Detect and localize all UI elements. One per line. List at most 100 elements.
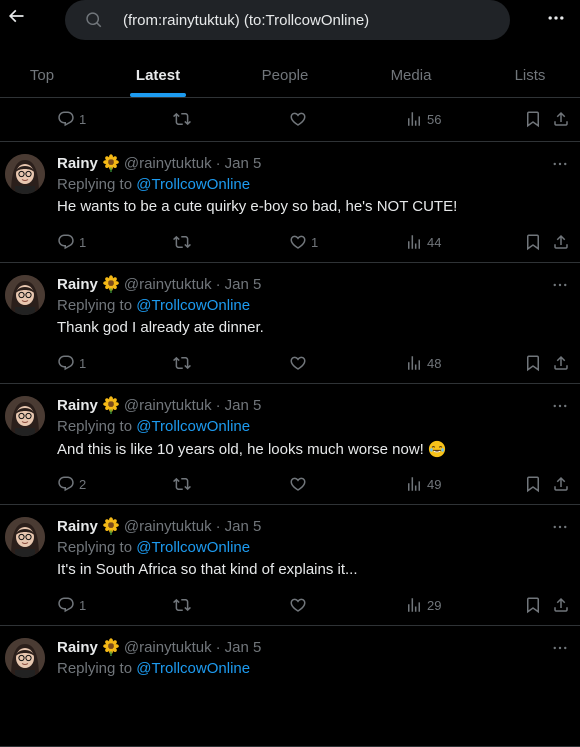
views-button[interactable]: 44 [405, 232, 441, 252]
display-name[interactable]: Rainy [57, 518, 98, 535]
tweet-date[interactable]: Jan 5 [225, 518, 262, 535]
tweet-date[interactable]: Jan 5 [225, 639, 262, 656]
display-name[interactable]: Rainy [57, 397, 98, 414]
tweet-more-icon[interactable] [550, 154, 570, 174]
action-bar: 1 29 [57, 595, 572, 615]
reply-button[interactable]: 1 [57, 109, 86, 129]
share-button[interactable] [552, 474, 570, 494]
handle[interactable]: @rainytuktuk [124, 639, 212, 656]
replying-to-link[interactable]: @TrollcowOnline [136, 297, 250, 314]
tweet[interactable]: Rainy @rainytuktuk · Jan 5 Replying to @… [0, 626, 580, 747]
replying-to-link[interactable]: @TrollcowOnline [136, 418, 250, 435]
search-input[interactable]: (from:rainytuktuk) (to:TrollcowOnline) [65, 0, 510, 40]
tweet-date[interactable]: Jan 5 [225, 276, 262, 293]
replying-to: Replying to @TrollcowOnline [57, 660, 250, 677]
views-button[interactable]: 29 [405, 595, 441, 615]
share-icon [554, 476, 568, 491]
search-icon [85, 11, 103, 29]
reply-button[interactable]: 2 [57, 474, 86, 494]
sunflower-icon [102, 638, 120, 656]
views-button[interactable]: 49 [405, 474, 441, 494]
like-button[interactable] [289, 595, 311, 615]
avatar[interactable] [5, 396, 45, 436]
tweet-more-icon[interactable] [550, 517, 570, 537]
handle[interactable]: @rainytuktuk [124, 518, 212, 535]
tweet-header: Rainy @rainytuktuk · Jan 5 [57, 638, 261, 656]
retweet-icon [173, 112, 191, 126]
reply-count: 2 [79, 476, 87, 492]
view-count: 48 [427, 355, 442, 371]
share-button[interactable] [552, 353, 570, 373]
tweet[interactable]: Rainy @rainytuktuk · Jan 5 Replying to @… [0, 505, 580, 626]
share-button[interactable] [552, 109, 570, 129]
replying-to-link[interactable]: @TrollcowOnline [136, 176, 250, 193]
views-button[interactable]: 48 [405, 353, 441, 373]
like-count: 1 [311, 234, 319, 250]
reply-button[interactable]: 1 [57, 353, 86, 373]
tweet[interactable]: Rainy @rainytuktuk · Jan 5 Replying to @… [0, 142, 580, 263]
retweet-button[interactable] [173, 353, 195, 373]
bookmark-button[interactable] [524, 353, 542, 373]
sunflower-icon [102, 517, 120, 535]
reply-icon [58, 234, 74, 250]
share-button[interactable] [552, 232, 570, 252]
tab-media[interactable]: Media [369, 53, 453, 97]
like-button[interactable] [289, 109, 307, 129]
bookmark-button[interactable] [524, 109, 542, 129]
share-button[interactable] [552, 595, 570, 615]
tweet-more-icon[interactable] [550, 275, 570, 295]
like-button[interactable]: 1 [289, 232, 318, 252]
heart-icon [290, 477, 306, 491]
avatar[interactable] [5, 517, 45, 557]
display-name[interactable]: Rainy [57, 639, 98, 656]
tab-label: Top [29, 66, 55, 84]
display-name[interactable]: Rainy [57, 155, 98, 172]
separator-dot: · [215, 275, 221, 293]
handle[interactable]: @rainytuktuk [124, 276, 212, 293]
tweet-date[interactable]: Jan 5 [225, 155, 262, 172]
retweet-button[interactable] [173, 595, 195, 615]
reply-button[interactable]: 1 [57, 232, 86, 252]
separator-dot: · [215, 517, 221, 535]
retweet-button[interactable] [173, 232, 195, 252]
like-button[interactable] [289, 353, 311, 373]
retweet-button[interactable] [173, 109, 191, 129]
tab-latest[interactable]: Latest [116, 53, 200, 97]
display-name[interactable]: Rainy [57, 276, 98, 293]
tweet[interactable]: Rainy @rainytuktuk · Jan 5 Replying to @… [0, 263, 580, 384]
bookmark-button[interactable] [524, 232, 542, 252]
avatar[interactable] [5, 638, 45, 678]
avatar[interactable] [5, 275, 45, 315]
reply-icon [58, 111, 74, 127]
views-icon [408, 598, 420, 612]
sunflower-icon [102, 154, 120, 172]
more-options-icon[interactable] [544, 6, 568, 30]
tab-people[interactable]: People [243, 53, 327, 97]
replying-to-link[interactable]: @TrollcowOnline [136, 660, 250, 677]
tweet-date[interactable]: Jan 5 [225, 397, 262, 414]
bookmark-button[interactable] [524, 474, 542, 494]
tab-lists[interactable]: Lists [488, 53, 572, 97]
handle[interactable]: @rainytuktuk [124, 155, 212, 172]
reply-icon [58, 476, 74, 492]
search-tabs: Top Latest People Media Lists [0, 53, 580, 97]
tab-top[interactable]: Top [0, 53, 84, 97]
tweet[interactable]: Rainy @rainytuktuk · Jan 5 Replying to @… [0, 384, 580, 505]
back-arrow-icon[interactable] [4, 4, 28, 28]
avatar[interactable] [5, 154, 45, 194]
bookmark-button[interactable] [524, 595, 542, 615]
views-button[interactable]: 56 [405, 109, 441, 129]
tweet-more-icon[interactable] [550, 396, 570, 416]
retweet-button[interactable] [173, 474, 195, 494]
sunflower-icon [102, 275, 120, 293]
tweet-body: Thank god I already ate dinner. [57, 319, 264, 336]
replying-prefix: Replying to [57, 660, 133, 677]
replying-to-link[interactable]: @TrollcowOnline [136, 539, 250, 556]
handle[interactable]: @rainytuktuk [124, 397, 212, 414]
like-button[interactable] [289, 474, 311, 494]
heart-icon [290, 598, 306, 612]
reply-button[interactable]: 1 [57, 595, 86, 615]
tweet-text: Thank god I already ate dinner. [57, 319, 264, 336]
search-query[interactable]: (from:rainytuktuk) (to:TrollcowOnline) [123, 12, 369, 29]
tweet-more-icon[interactable] [550, 638, 570, 658]
